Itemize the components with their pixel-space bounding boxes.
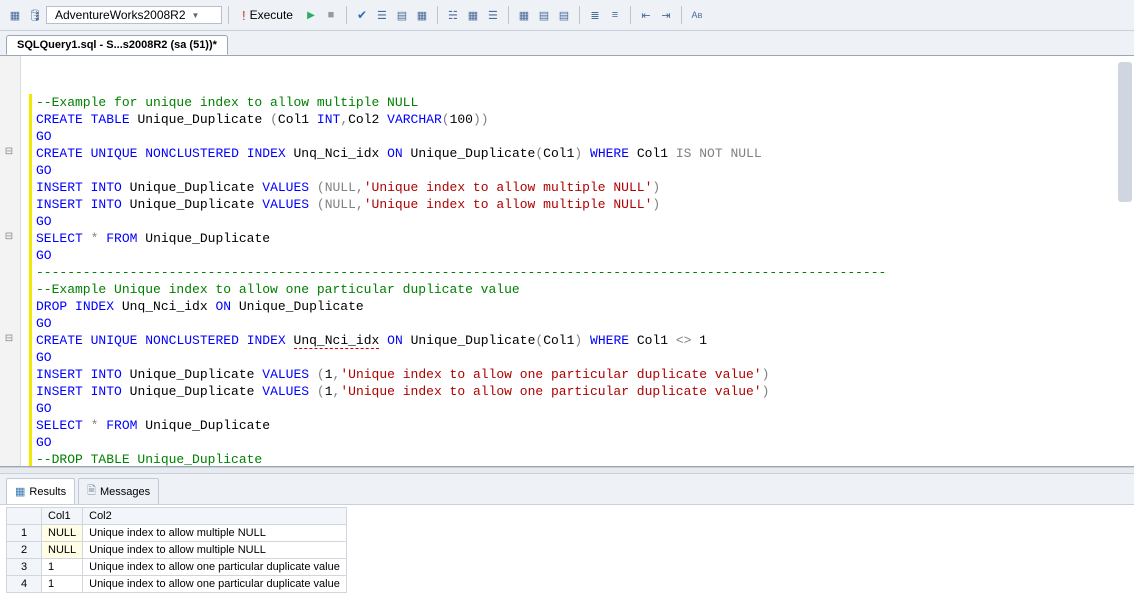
- results-file-icon[interactable]: ▤: [535, 6, 553, 24]
- parse-icon[interactable]: ✔: [353, 6, 371, 24]
- cell-col1[interactable]: NULL: [42, 525, 83, 542]
- results-tab-strip: ▦ Results 🗎 Messages: [0, 474, 1134, 505]
- outline-toggle[interactable]: ⊟: [3, 332, 15, 344]
- indent-icon[interactable]: ≡: [606, 6, 624, 24]
- comment-icon[interactable]: ▤: [555, 6, 573, 24]
- row-number: 2: [7, 542, 42, 559]
- results-pane: ▦ Results 🗎 Messages Col1Col21NULLUnique…: [0, 474, 1134, 593]
- estimated-plan-icon[interactable]: ☰: [373, 6, 391, 24]
- toolbar-icon[interactable]: ▦: [6, 6, 24, 24]
- main-toolbar: ▦ 🛢 AdventureWorks2008R2 ▼ ! Execute ▶ ■…: [0, 0, 1134, 31]
- results-tab-label: Results: [29, 486, 66, 498]
- change-connection-icon[interactable]: 🛢: [26, 6, 44, 24]
- database-name: AdventureWorks2008R2: [55, 8, 186, 22]
- debug-icon[interactable]: ▶: [302, 6, 320, 24]
- messages-tab-label: Messages: [100, 486, 150, 498]
- outline-gutter: ⊟ ⊟ ⊟: [0, 56, 21, 466]
- row-number: 4: [7, 576, 42, 593]
- column-header[interactable]: Col1: [42, 508, 83, 525]
- cell-col2[interactable]: Unique index to allow one particular dup…: [83, 559, 347, 576]
- include-plan-icon[interactable]: ☵: [444, 6, 462, 24]
- row-number: 3: [7, 559, 42, 576]
- document-tab-title: SQLQuery1.sql - S...s2008R2 (sa (51))*: [17, 39, 217, 51]
- increase-indent-icon[interactable]: ⇥: [657, 6, 675, 24]
- decrease-indent-icon[interactable]: ⇤: [637, 6, 655, 24]
- chevron-down-icon: ▼: [192, 11, 200, 20]
- code-content: --Example for unique index to allow mult…: [29, 94, 1134, 466]
- row-number: 1: [7, 525, 42, 542]
- table-row[interactable]: 2NULLUnique index to allow multiple NULL: [7, 542, 347, 559]
- outline-toggle[interactable]: ⊟: [3, 145, 15, 157]
- grid-icon: ▦: [15, 485, 25, 498]
- database-selector[interactable]: AdventureWorks2008R2 ▼: [46, 6, 222, 24]
- messages-tab[interactable]: 🗎 Messages: [78, 478, 159, 504]
- client-stats-icon[interactable]: ▦: [464, 6, 482, 24]
- code-area[interactable]: --Example for unique index to allow mult…: [21, 56, 1134, 466]
- intellisense-icon[interactable]: ▦: [413, 6, 431, 24]
- uncomment-icon[interactable]: ≣: [586, 6, 604, 24]
- column-header[interactable]: Col2: [83, 508, 347, 525]
- sql-editor: ⊟ ⊟ ⊟ --Example for unique index to allow …: [0, 56, 1134, 467]
- cell-col2[interactable]: Unique index to allow multiple NULL: [83, 525, 347, 542]
- results-grid[interactable]: Col1Col21NULLUnique index to allow multi…: [6, 507, 347, 593]
- query-options-icon[interactable]: ▤: [393, 6, 411, 24]
- results-splitter[interactable]: [0, 467, 1134, 474]
- results-grid-icon[interactable]: ▦: [515, 6, 533, 24]
- cell-col1[interactable]: NULL: [42, 542, 83, 559]
- column-header[interactable]: [7, 508, 42, 525]
- table-row[interactable]: 1NULLUnique index to allow multiple NULL: [7, 525, 347, 542]
- results-tab[interactable]: ▦ Results: [6, 478, 75, 504]
- messages-icon: 🗎: [87, 482, 96, 501]
- cell-col2[interactable]: Unique index to allow multiple NULL: [83, 542, 347, 559]
- document-tab-strip: SQLQuery1.sql - S...s2008R2 (sa (51))*: [0, 31, 1134, 56]
- table-row[interactable]: 31Unique index to allow one particular d…: [7, 559, 347, 576]
- execute-button[interactable]: ! Execute: [235, 6, 300, 25]
- stop-icon[interactable]: ■: [322, 6, 340, 24]
- execute-label: Execute: [250, 8, 293, 22]
- cell-col1[interactable]: 1: [42, 576, 83, 593]
- execute-pin-icon: !: [242, 8, 246, 23]
- table-row[interactable]: 41Unique index to allow one particular d…: [7, 576, 347, 593]
- cell-col1[interactable]: 1: [42, 559, 83, 576]
- specify-values-icon[interactable]: AB: [688, 6, 706, 24]
- cell-col2[interactable]: Unique index to allow one particular dup…: [83, 576, 347, 593]
- results-text-icon[interactable]: ☰: [484, 6, 502, 24]
- vertical-scrollbar[interactable]: [1118, 62, 1132, 202]
- outline-toggle[interactable]: ⊟: [3, 230, 15, 242]
- document-tab[interactable]: SQLQuery1.sql - S...s2008R2 (sa (51))*: [6, 35, 228, 55]
